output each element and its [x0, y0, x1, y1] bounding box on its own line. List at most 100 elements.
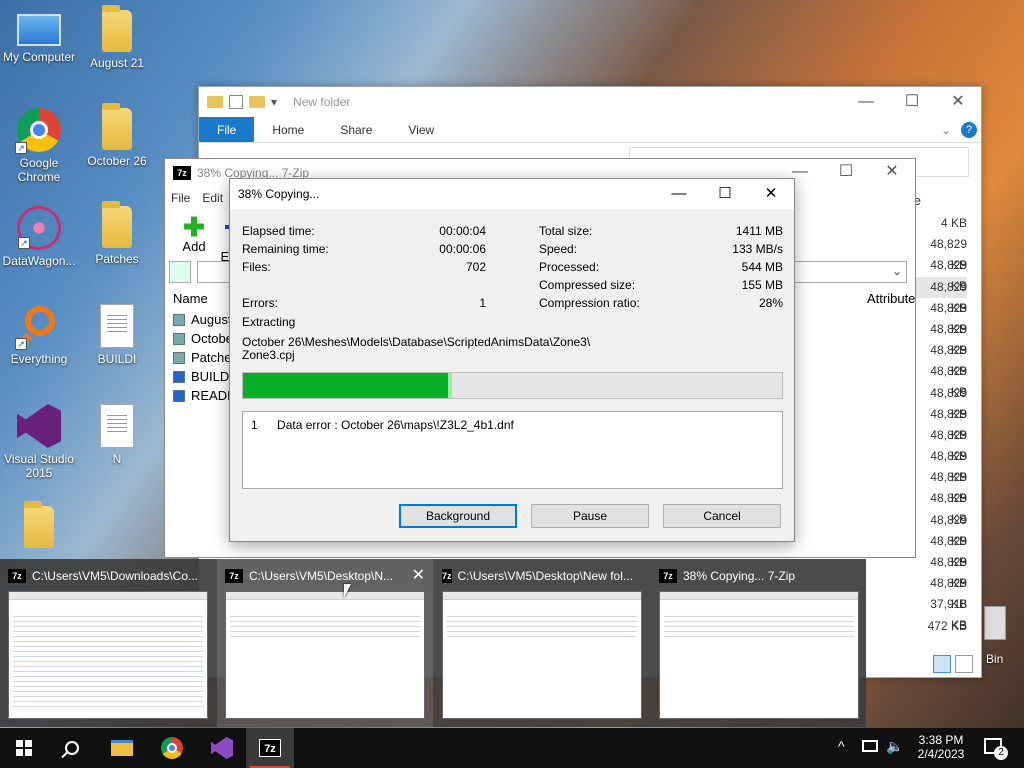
thumbnail-window-4[interactable]: 7z 38% Copying... 7-Zip	[651, 559, 867, 727]
size-cell: 48,829 KB	[930, 449, 967, 485]
new-folder-icon[interactable]	[249, 96, 265, 108]
sevenzip-logo-icon: 7z	[173, 166, 191, 180]
taskbar-file-explorer[interactable]	[98, 728, 146, 768]
folder-icon	[24, 501, 54, 548]
volume-icon[interactable]: 🔈	[886, 738, 903, 755]
desktop-icon-my-computer[interactable]: My Computer	[0, 10, 78, 64]
column-name-header[interactable]: Name	[173, 291, 208, 306]
qat-dropdown-icon[interactable]: ▾	[271, 95, 277, 109]
desktop-icon-visual-studio[interactable]: Visual Studio 2015	[0, 404, 78, 480]
chevron-down-icon[interactable]: ⌄	[892, 264, 902, 278]
search-button[interactable]	[48, 728, 96, 768]
network-icon[interactable]	[862, 740, 878, 752]
close-button[interactable]: ✕	[935, 87, 981, 117]
thumbnail-image	[442, 591, 642, 719]
large-icons-view-icon[interactable]	[955, 655, 973, 673]
desktop-icon-everything[interactable]: ↗ Everything	[0, 304, 78, 366]
details-view-icon[interactable]	[933, 655, 951, 673]
ribbon-tab-home[interactable]: Home	[254, 117, 322, 142]
sevenzip-logo-icon: 7z	[659, 569, 677, 583]
ribbon-tab-file[interactable]: File	[199, 117, 255, 142]
thumbnail-title: C:\Users\VM5\Desktop\New fol...	[457, 569, 632, 583]
thumbnail-window-2[interactable]: 7z C:\Users\VM5\Desktop\N... ✕	[217, 559, 433, 727]
compression-ratio-label: Compression ratio:	[539, 296, 640, 310]
properties-icon[interactable]	[229, 95, 243, 109]
size-cell: 48,829 KB	[930, 343, 967, 379]
desktop-icon-datawagon[interactable]: ↗ DataWagon...	[0, 206, 78, 268]
start-button[interactable]	[0, 728, 48, 768]
ribbon-tab-share[interactable]: Share	[322, 117, 390, 142]
desktop-icon-doc[interactable]: N	[78, 404, 156, 466]
folder-icon	[173, 313, 185, 326]
search-icon	[61, 741, 79, 759]
desktop-icon-patches[interactable]: Patches	[78, 201, 156, 266]
add-button[interactable]: ✚ Add	[173, 214, 215, 254]
size-cell: 48,829 KB	[930, 512, 967, 548]
shortcut-arrow-icon: ↗	[15, 142, 27, 154]
menu-file[interactable]: File	[171, 187, 190, 209]
files-value: 702	[465, 260, 486, 274]
close-button[interactable]: ✕	[869, 159, 915, 187]
thumbnail-title: 38% Copying... 7-Zip	[683, 569, 796, 583]
visual-studio-icon	[211, 737, 233, 759]
processed-label: Processed:	[539, 260, 600, 274]
desktop-icon-label: Patches	[95, 252, 139, 266]
desktop-icon-building[interactable]: BUILDI	[78, 304, 156, 366]
menu-edit[interactable]: Edit	[202, 187, 223, 209]
minimize-button[interactable]: —	[656, 179, 702, 209]
thumbnail-image	[8, 591, 208, 719]
cancel-button[interactable]: Cancel	[663, 504, 781, 528]
show-hidden-icons-icon[interactable]: ^	[838, 738, 845, 754]
maximize-button[interactable]: ☐	[889, 87, 935, 117]
total-size-value: 1411 MB	[735, 224, 783, 238]
size-cell: 48,829 KB	[930, 300, 967, 336]
processed-value: 544 MB	[741, 260, 783, 274]
size-cell: 472 KB	[927, 618, 967, 633]
desktop-icon-label: October 26	[87, 154, 147, 168]
thumbnail-window-1[interactable]: 7z C:\Users\VM5\Downloads\Co...	[0, 559, 216, 727]
clock[interactable]: 3:38 PM 2/4/2023	[916, 733, 966, 761]
desktop-icon-new-folder[interactable]	[0, 501, 78, 552]
close-button[interactable]: ✕	[748, 179, 794, 209]
close-icon[interactable]: ✕	[412, 565, 425, 585]
taskbar-visual-studio[interactable]	[198, 728, 246, 768]
taskbar-chrome[interactable]	[148, 728, 196, 768]
copy-progress-dialog[interactable]: 38% Copying... — ☐ ✕ Elapsed time: Remai…	[229, 178, 795, 542]
up-folder-icon[interactable]	[169, 261, 191, 283]
taskbar: 7z ^ 🔈 3:38 PM 2/4/2023 2	[0, 728, 1024, 768]
recycle-bin-icon[interactable]	[984, 606, 1006, 640]
error-list[interactable]: 1 Data error : October 26\maps\!Z3L2_4b1…	[242, 411, 783, 489]
progress-bar	[242, 372, 783, 399]
notifications-icon[interactable]: 2	[984, 738, 1008, 760]
errors-label: Errors:	[242, 296, 278, 310]
background-button[interactable]: Background	[399, 504, 517, 528]
ribbon-expand-icon[interactable]: ⌄	[941, 123, 951, 137]
speed-value: 133 MB/s	[732, 242, 783, 256]
windows-logo-icon	[16, 740, 32, 756]
remaining-time-label: Remaining time:	[242, 242, 329, 256]
help-icon[interactable]: ?	[961, 121, 977, 138]
progress-fill	[243, 373, 452, 398]
maximize-button[interactable]: ☐	[823, 159, 869, 187]
ribbon-tab-view[interactable]: View	[390, 117, 452, 142]
desktop-icon-august-21[interactable]: August 21	[78, 5, 156, 70]
column-attributes-header[interactable]: Attribute	[867, 291, 915, 306]
size-cell: 48,829 KB	[930, 321, 967, 357]
file-icon	[173, 370, 185, 383]
list-item[interactable]: August	[173, 312, 231, 327]
thumbnail-window-3[interactable]: 7z C:\Users\VM5\Desktop\New fol...	[434, 559, 650, 727]
size-cell: 48,829 KB	[930, 364, 967, 400]
desktop-icon-chrome[interactable]: ↗ Google Chrome	[0, 108, 78, 184]
taskbar-sevenzip[interactable]: 7z	[246, 728, 294, 768]
list-item[interactable]: October	[173, 331, 237, 346]
maximize-button[interactable]: ☐	[702, 179, 748, 209]
size-cell: 48,829 KB	[930, 427, 967, 463]
desktop-icon-october-26[interactable]: October 26	[78, 103, 156, 168]
document-icon	[100, 404, 134, 448]
folder-icon	[207, 96, 223, 108]
thumbnail-image	[225, 591, 425, 719]
pause-button[interactable]: Pause	[531, 504, 649, 528]
size-cell: 48,829 KB	[930, 491, 967, 527]
datawagon-icon: ↗	[17, 206, 61, 250]
minimize-button[interactable]: —	[843, 87, 889, 117]
